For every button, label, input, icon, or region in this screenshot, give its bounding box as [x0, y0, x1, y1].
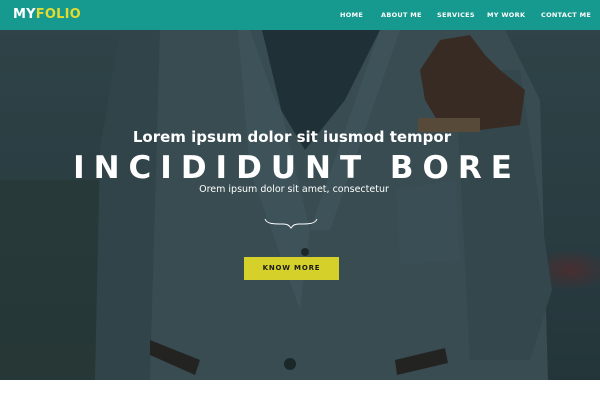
- hero-overlay: [0, 30, 600, 380]
- hero-subtitle: Lorem ipsum dolor sit iusmod tempor: [132, 128, 452, 146]
- nav-home[interactable]: HOME: [340, 10, 363, 20]
- hero-headline: INCIDIDUNT BORE: [73, 150, 521, 186]
- know-more-button[interactable]: KNOW MORE: [244, 257, 339, 280]
- hero-section: Lorem ipsum dolor sit iusmod tempor INCI…: [0, 30, 600, 380]
- nav-services[interactable]: SERVICES: [437, 10, 475, 20]
- curly-brace-divider-icon: [264, 218, 318, 229]
- navbar: MYFOLIO HOME ABOUT ME SERVICES MY WORK C…: [0, 0, 600, 30]
- nav-menu: HOME ABOUT ME SERVICES MY WORK CONTACT M…: [0, 0, 600, 30]
- hero-tagline: Orem ipsum dolor sit amet, consectetur: [199, 184, 389, 195]
- nav-about-me[interactable]: ABOUT ME: [381, 10, 422, 20]
- nav-my-work[interactable]: MY WORK: [487, 10, 525, 20]
- nav-contact-me[interactable]: CONTACT ME: [541, 10, 591, 20]
